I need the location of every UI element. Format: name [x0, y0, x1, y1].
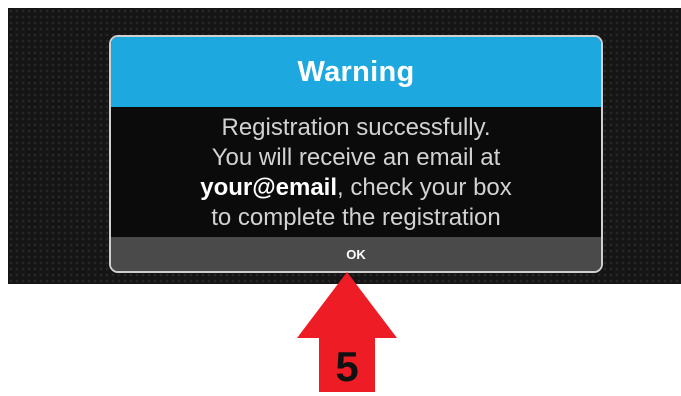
- message-line-3-text: , check your box: [337, 174, 512, 201]
- ok-button[interactable]: OK: [111, 237, 601, 271]
- dialog-header: Warning: [111, 37, 601, 107]
- message-line-2: You will receive an email at: [211, 144, 501, 171]
- step-number: 5: [335, 343, 359, 390]
- app-background: Warning Registration successfully. You w…: [8, 8, 681, 284]
- dialog-message: Registration successfully. You will rece…: [111, 107, 601, 239]
- message-line-1: Registration successfully.: [221, 114, 491, 141]
- email-address: your@email: [200, 174, 338, 201]
- dialog-title: Warning: [297, 55, 415, 88]
- message-line-3: your@email, check your box: [200, 173, 512, 203]
- ok-button-label: OK: [346, 246, 366, 262]
- message-line-4: to complete the registration: [211, 204, 501, 231]
- warning-dialog: Warning Registration successfully. You w…: [109, 35, 603, 273]
